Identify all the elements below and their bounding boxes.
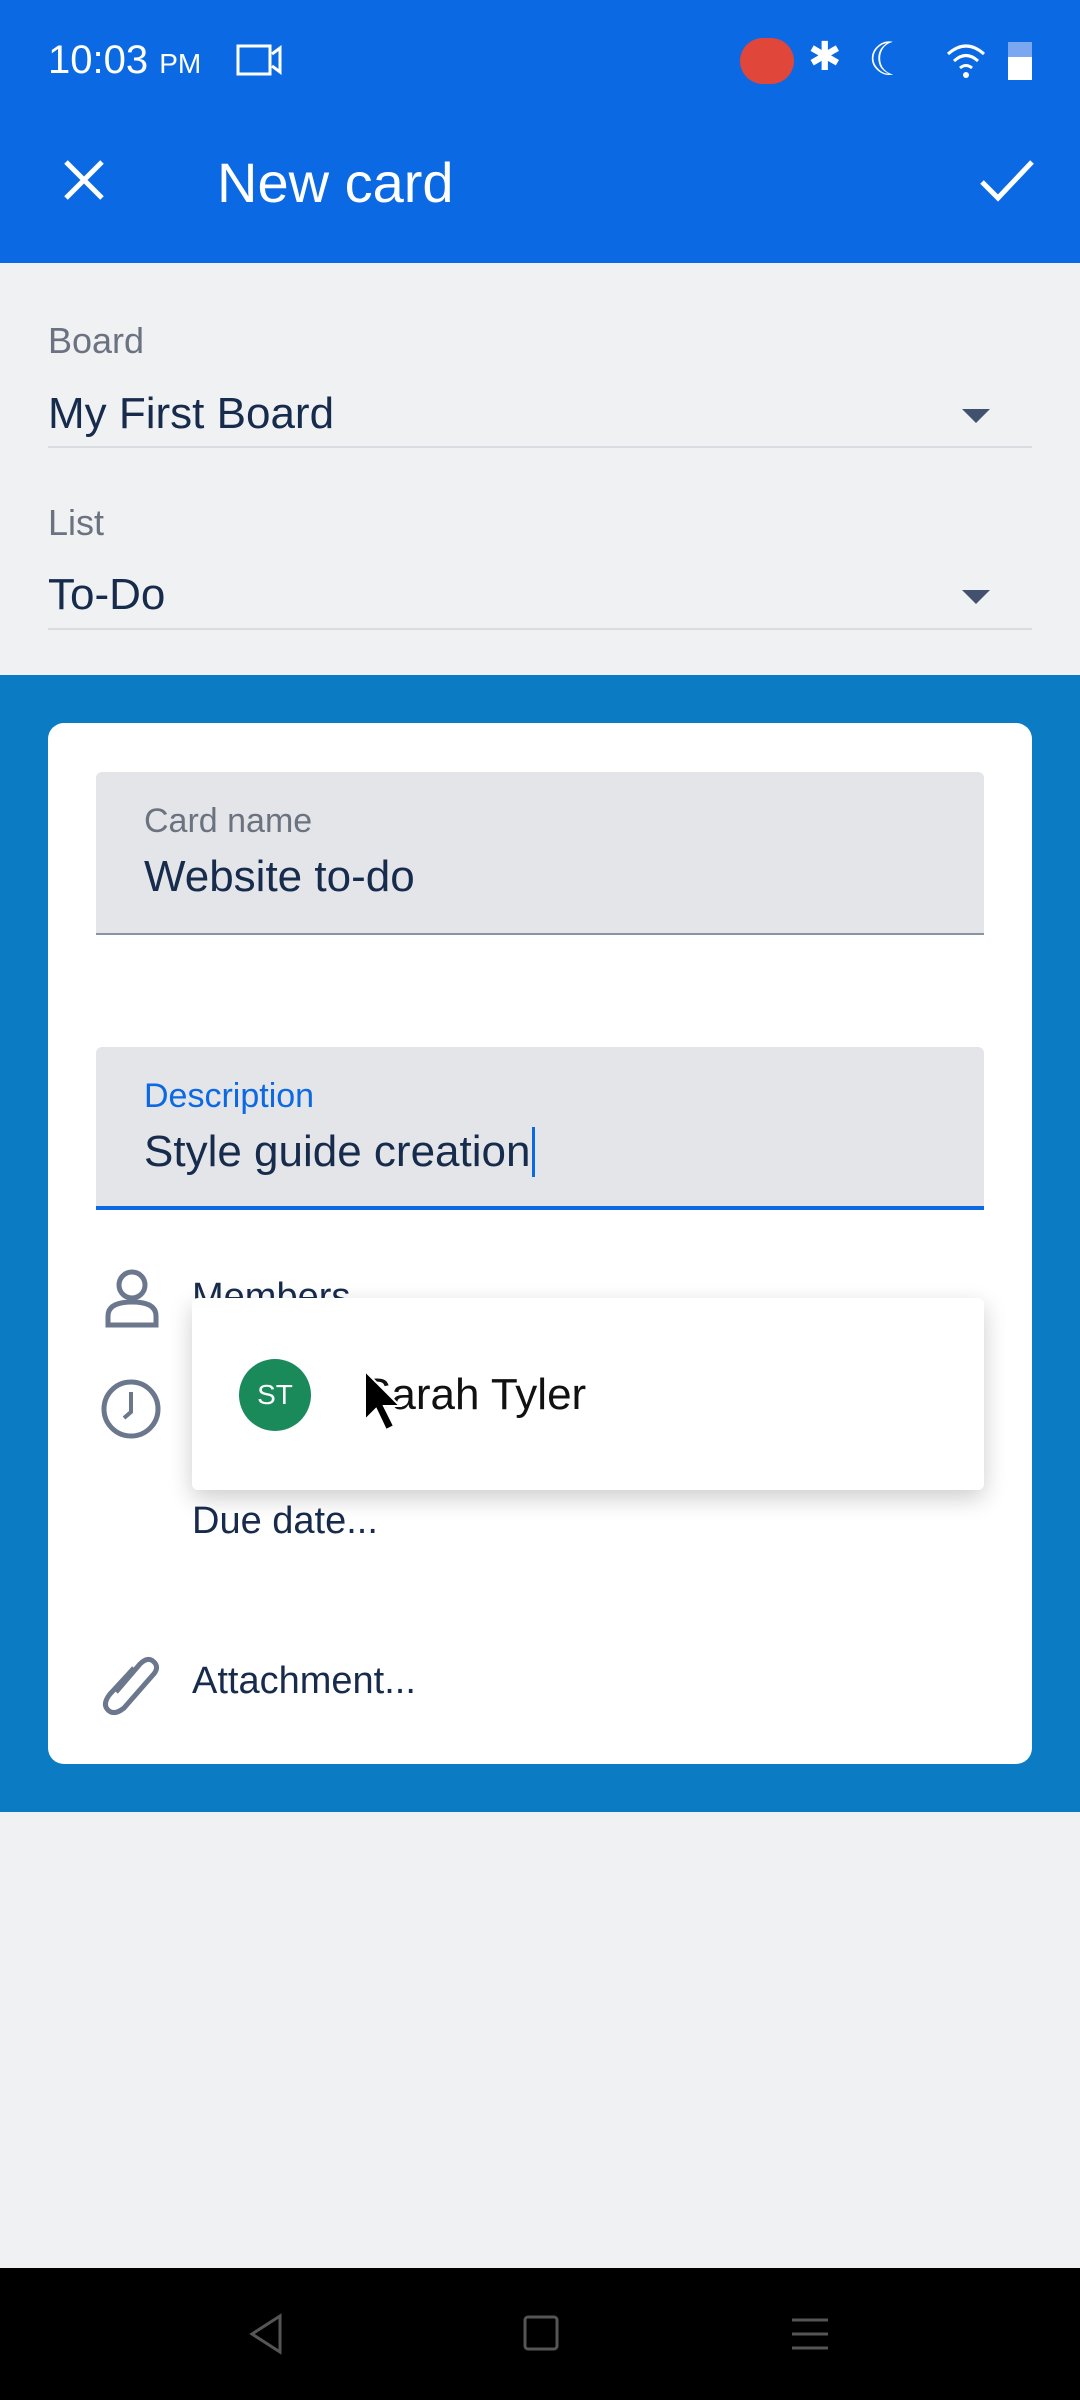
- page-title: New card: [217, 151, 454, 214]
- status-time: 10:03 PM: [48, 38, 202, 82]
- wifi-icon: [947, 44, 985, 78]
- divider: [48, 628, 1032, 630]
- divider: [48, 446, 1032, 448]
- screen-record-icon: [236, 44, 282, 76]
- chevron-down-icon: [962, 409, 990, 423]
- chevron-down-icon: [962, 590, 990, 604]
- navigation-bar: [0, 2268, 1080, 2400]
- paperclip-icon: [102, 1656, 160, 1716]
- bluetooth-icon: ✱: [808, 35, 842, 79]
- avatar: ST: [239, 1359, 311, 1431]
- clock-icon: [101, 1379, 161, 1439]
- close-icon[interactable]: [62, 158, 106, 202]
- board-label: Board: [48, 320, 145, 361]
- menu-icon[interactable]: [790, 2314, 830, 2354]
- do-not-disturb-icon: ☾: [868, 33, 910, 85]
- battery-icon: [1008, 42, 1032, 80]
- list-select[interactable]: To-Do: [48, 566, 1032, 628]
- check-icon[interactable]: [978, 158, 1036, 202]
- mouse-cursor-icon: [364, 1368, 403, 1432]
- board-select[interactable]: My First Board: [48, 385, 1032, 447]
- recording-indicator-icon: [740, 38, 794, 84]
- attachment-row[interactable]: Attachment...: [192, 1660, 416, 1703]
- member-suggestion-item[interactable]: ST Sarah Tyler: [192, 1298, 984, 1490]
- member-suggestions-popup: ST Sarah Tyler: [192, 1298, 984, 1490]
- back-icon[interactable]: [248, 2312, 284, 2356]
- person-icon: [105, 1269, 159, 1328]
- card-name-field[interactable]: Card name Website to-do: [96, 772, 984, 935]
- description-field[interactable]: Description Style guide creation: [96, 1047, 984, 1210]
- due-date-row[interactable]: Due date...: [192, 1500, 378, 1543]
- home-icon[interactable]: [522, 2314, 560, 2352]
- app-bar: 10:03 PM ✱ ☾ New card: [0, 0, 1080, 263]
- list-label: List: [48, 502, 105, 543]
